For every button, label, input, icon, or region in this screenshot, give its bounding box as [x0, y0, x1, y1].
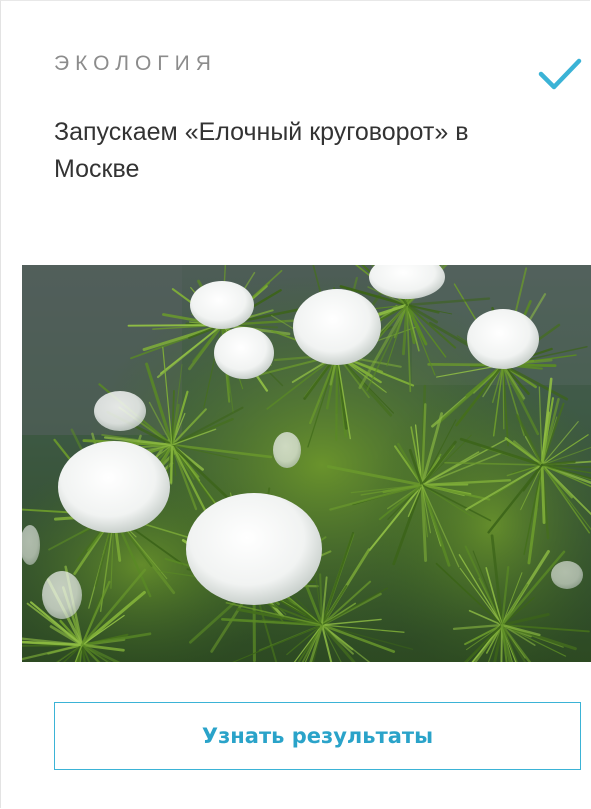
pine-needle	[335, 353, 339, 441]
card-title: Запускаем «Елочный круговорот» в Москве	[54, 118, 469, 183]
pine-needle	[170, 443, 174, 485]
pine-needle	[540, 463, 546, 524]
checkmark-icon	[538, 58, 582, 90]
pine-needle	[502, 364, 505, 430]
project-card[interactable]: ЭКОЛОГИЯ Запускаем «Елочный круговорот» …	[0, 0, 591, 808]
results-button[interactable]: Узнать результаты	[54, 702, 581, 770]
card-image	[22, 265, 591, 662]
category-label: ЭКОЛОГИЯ	[54, 52, 217, 75]
snowy-pine-branches-photo	[22, 265, 591, 662]
